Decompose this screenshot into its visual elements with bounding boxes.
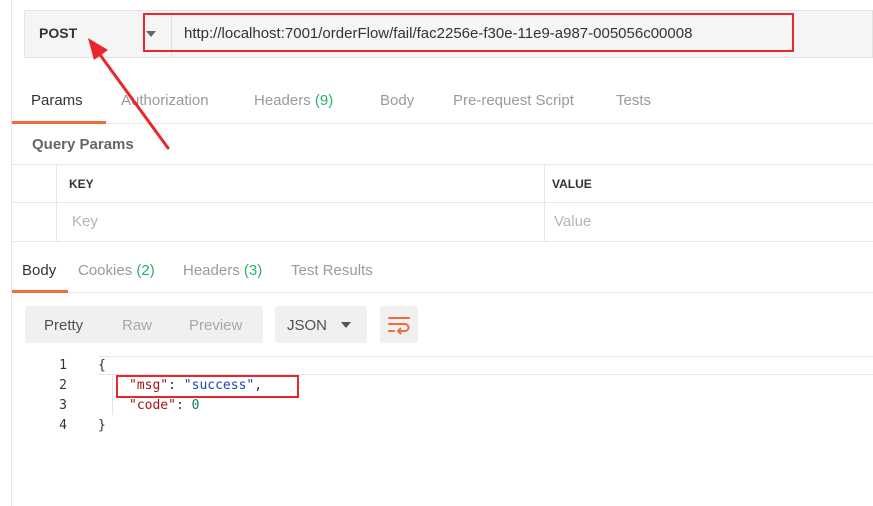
- view-mode-group: Pretty Raw Preview: [25, 306, 263, 343]
- response-tabs: Body Cookies (2) Headers (3) Test Result…: [12, 252, 873, 293]
- line-number: 3: [59, 398, 67, 413]
- table-row: [12, 203, 873, 242]
- request-tabs: Params Authorization Headers (9) Body Pr…: [12, 82, 873, 124]
- column-divider: [544, 164, 545, 242]
- column-header-key: KEY: [69, 177, 94, 191]
- tab-test-results[interactable]: Test Results: [291, 262, 373, 279]
- response-body-editor[interactable]: 1 2 3 4 { "msg": "success", "code": 0 }: [12, 355, 873, 506]
- headers-count-badge: (9): [314, 92, 334, 109]
- method-select[interactable]: POST: [39, 25, 77, 41]
- tab-headers-label: Headers: [254, 92, 311, 109]
- tab-response-body[interactable]: Body: [22, 262, 56, 279]
- format-select[interactable]: JSON: [275, 306, 367, 343]
- msg-annotation-box: [116, 375, 299, 398]
- json-key: "code": [129, 398, 176, 413]
- tab-response-headers-label: Headers: [183, 262, 240, 279]
- url-annotation-box: [143, 13, 794, 52]
- open-brace: {: [98, 358, 106, 373]
- query-params-table: KEY VALUE Key Value: [12, 164, 873, 242]
- tab-body[interactable]: Body: [380, 92, 414, 109]
- key-input[interactable]: Key: [72, 213, 98, 230]
- tab-authorization[interactable]: Authorization: [121, 92, 209, 109]
- json-number-value: 0: [191, 398, 200, 413]
- line-number: 1: [59, 358, 67, 373]
- active-tab-indicator: [12, 121, 106, 124]
- tab-cookies[interactable]: Cookies (2): [78, 262, 155, 279]
- column-header-value: VALUE: [552, 177, 592, 191]
- raw-button[interactable]: Raw: [122, 317, 152, 334]
- value-input[interactable]: Value: [554, 213, 591, 230]
- response-headers-count-badge: (3): [243, 262, 263, 279]
- chevron-down-icon: [341, 322, 351, 328]
- preview-button[interactable]: Preview: [189, 317, 242, 334]
- table-header-row: [12, 164, 873, 203]
- cookies-count-badge: (2): [136, 262, 155, 279]
- line-number: 2: [59, 378, 67, 393]
- active-line-highlight: [98, 356, 873, 375]
- format-select-label: JSON: [287, 317, 328, 334]
- query-params-title: Query Params: [32, 136, 134, 153]
- tab-params[interactable]: Params: [31, 92, 83, 109]
- active-tab-indicator: [12, 290, 68, 293]
- wrap-lines-button[interactable]: [380, 306, 418, 343]
- wrap-lines-icon: [388, 317, 410, 335]
- column-divider: [56, 164, 57, 242]
- tab-headers[interactable]: Headers (9): [254, 92, 333, 109]
- json-colon: :: [175, 398, 192, 413]
- tab-prerequest-script[interactable]: Pre-request Script: [453, 92, 574, 109]
- tab-response-headers[interactable]: Headers (3): [183, 262, 262, 279]
- tab-cookies-label: Cookies: [78, 262, 133, 279]
- close-brace: }: [98, 418, 106, 433]
- line-number: 4: [59, 418, 67, 433]
- indent-guide: [112, 375, 113, 415]
- code-line-code: "code": 0: [129, 398, 199, 413]
- pretty-button[interactable]: Pretty: [44, 317, 83, 334]
- tab-tests[interactable]: Tests: [616, 92, 651, 109]
- sidebar-edge: [0, 0, 12, 506]
